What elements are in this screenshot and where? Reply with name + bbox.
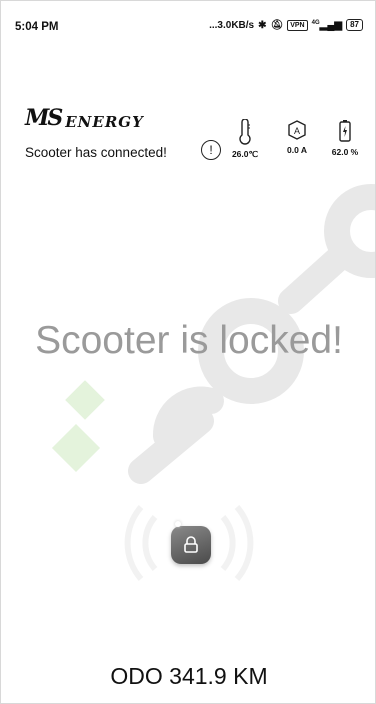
current-value: 0.0 A xyxy=(286,145,307,155)
temperature-metric: 26.0℃ xyxy=(223,119,267,160)
alert-symbol: ! xyxy=(209,143,213,157)
battery-value: 62.0 % xyxy=(331,147,359,157)
bell-off-icon: 🔕︎ xyxy=(270,19,284,31)
signal-label: 4G xyxy=(311,19,320,26)
bluetooth-icon: ✱ xyxy=(258,19,267,31)
status-time: 5:04 PM xyxy=(15,21,59,33)
lock-status-text: Scooter is locked! xyxy=(35,319,343,362)
network-speed: ...3.0KB/s xyxy=(209,19,255,31)
thermometer-icon xyxy=(239,119,251,145)
signal-icon: 4G▂▄▆ xyxy=(311,19,343,31)
padlock-icon xyxy=(184,536,198,553)
temperature-value: 26.0℃ xyxy=(231,149,259,159)
lock-indicator-dot xyxy=(175,521,181,527)
battery-icon xyxy=(339,120,351,142)
alert-icon[interactable]: ! xyxy=(201,140,221,160)
lock-toggle-button[interactable] xyxy=(171,526,211,564)
odometer: ODO 341.9 KM xyxy=(110,663,268,689)
brand-mark: MS xyxy=(25,105,63,131)
current-icon: A xyxy=(288,120,306,140)
svg-text:A: A xyxy=(294,126,300,136)
connection-status: Scooter has connected! xyxy=(25,145,167,160)
brand-word: ENERGY xyxy=(65,113,144,131)
app-screen: 5:04 PM ...3.0KB/s ✱ 🔕︎ VPN 4G▂▄▆ 87 MS … xyxy=(0,0,376,704)
battery-metric: 62.0 % xyxy=(323,119,367,157)
vpn-badge: VPN xyxy=(287,19,308,31)
status-bar: 5:04 PM ...3.0KB/s ✱ 🔕︎ VPN 4G▂▄▆ 87 xyxy=(1,1,375,41)
current-metric: A 0.0 A xyxy=(275,119,319,155)
brand-logo: MS ENERGY xyxy=(25,105,144,131)
status-icons: ...3.0KB/s ✱ 🔕︎ VPN 4G▂▄▆ 87 xyxy=(209,19,363,31)
battery-badge: 87 xyxy=(346,19,363,31)
